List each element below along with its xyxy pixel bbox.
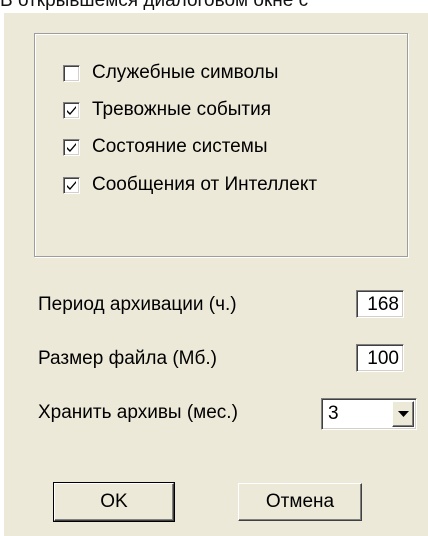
check-mark-icon — [67, 105, 76, 115]
checkbox-label: Тревожные события — [92, 99, 272, 120]
checkbox-alarm-events[interactable]: Тревожные события — [63, 97, 271, 123]
keep-archives-value: 3 — [328, 403, 339, 424]
checkbox-box[interactable] — [63, 64, 80, 82]
archive-settings-dialog: Служебные символы Тревожные события Сост… — [2, 13, 428, 536]
file-size-label: Размер файла (Мб.) — [38, 348, 217, 369]
event-types-groupbox: Служебные символы Тревожные события Сост… — [34, 33, 408, 257]
archive-period-label: Период архивации (ч.) — [38, 294, 237, 315]
checkbox-label: Состояние системы — [92, 136, 268, 157]
checkbox-box[interactable] — [63, 101, 80, 119]
check-mark-icon — [67, 142, 76, 152]
file-size-input[interactable]: 100 — [356, 344, 404, 372]
checkbox-box[interactable] — [63, 138, 80, 156]
checkbox-label: Сообщения от Интеллект — [92, 174, 318, 195]
cancel-button[interactable]: Отмена — [238, 483, 362, 521]
background-caption-text: В открывшемся диалоговом окне с — [0, 0, 309, 11]
ok-button[interactable]: OK — [53, 482, 175, 522]
chevron-down-icon — [398, 411, 409, 417]
checkbox-label: Служебные символы — [92, 62, 279, 83]
keep-archives-label: Хранить архивы (мес.) — [38, 402, 238, 423]
checkbox-box[interactable] — [63, 176, 80, 194]
keep-archives-select[interactable]: 3 — [321, 398, 417, 430]
archive-period-input[interactable]: 168 — [356, 290, 404, 318]
checkbox-service-symbols[interactable]: Служебные символы — [63, 60, 278, 86]
checkbox-system-state[interactable]: Состояние системы — [63, 134, 267, 160]
dropdown-button[interactable] — [392, 401, 414, 427]
check-mark-icon — [67, 180, 76, 190]
checkbox-intellect-messages[interactable]: Сообщения от Интеллект — [63, 172, 317, 198]
